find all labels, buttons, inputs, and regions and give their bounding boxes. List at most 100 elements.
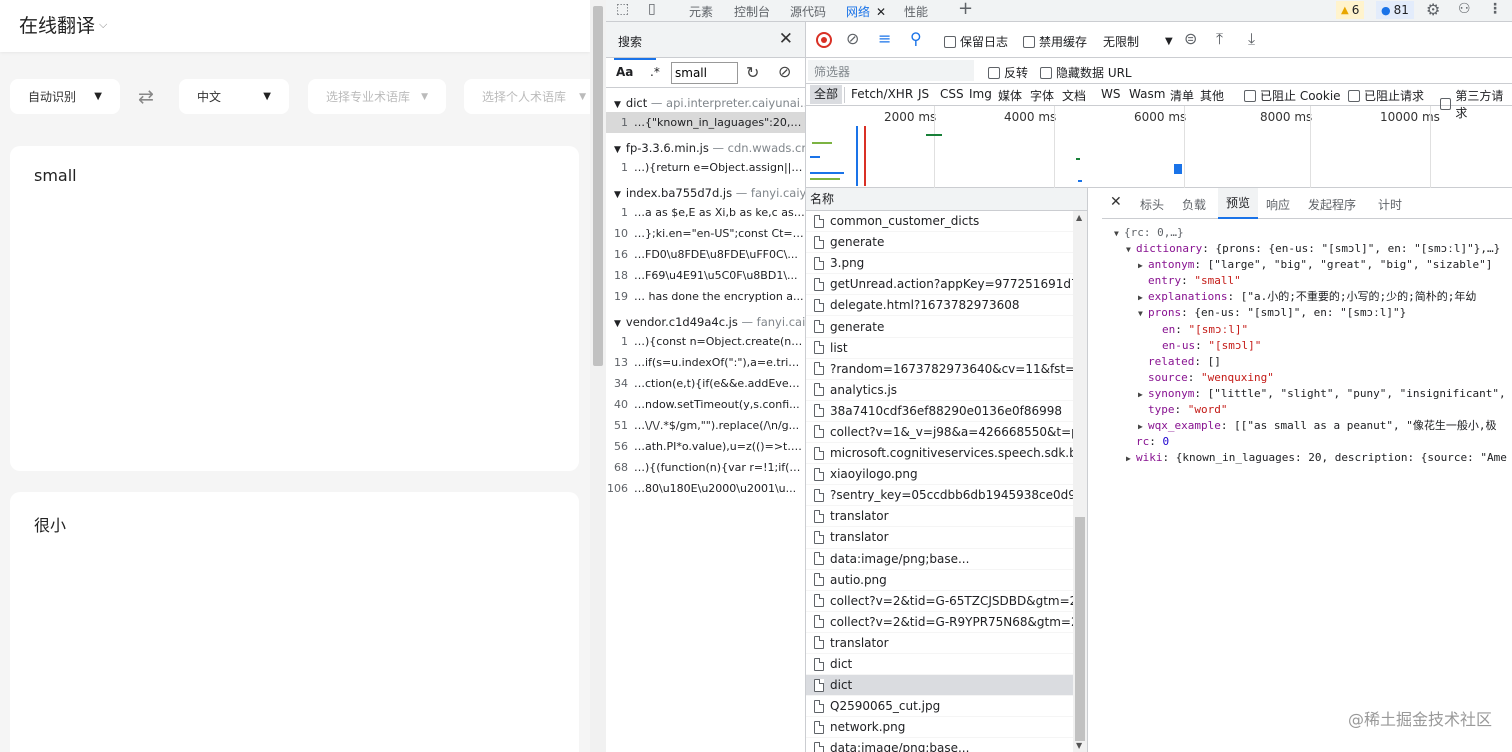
json-synonym-line[interactable]: ▶ synonym: ["little", "slight", "puny", "… xyxy=(1102,386,1512,402)
request-row[interactable]: generate xyxy=(806,316,1086,338)
request-row[interactable]: list xyxy=(806,338,1086,359)
request-row[interactable]: ?sentry_key=05ccdbb6db1945938ce0d98602a2… xyxy=(806,485,1086,507)
request-row[interactable]: Q2590065_cut.jpg xyxy=(806,696,1086,718)
search-result-line[interactable]: 106 …80\u180E\u2000\u2001\u... xyxy=(606,478,805,499)
search-result-line[interactable]: 18 …F69\u4E91\u5C0F\u8BD1\... xyxy=(606,265,805,286)
request-row[interactable]: xiaoyilogo.png xyxy=(806,464,1086,486)
invert-checkbox[interactable]: 反转 xyxy=(988,64,1028,81)
target-language-select[interactable]: 中文 ▼ xyxy=(179,79,289,114)
request-row[interactable]: getUnread.action?appKey=977251691d74d79b… xyxy=(806,274,1086,296)
request-row[interactable]: translator xyxy=(806,527,1086,549)
request-row[interactable]: analytics.js xyxy=(806,380,1086,401)
tab-performance[interactable]: 性能 xyxy=(904,3,928,20)
request-row[interactable]: translator xyxy=(806,506,1086,528)
filter-type-9[interactable]: Wasm xyxy=(1129,87,1165,101)
filter-type-7[interactable]: 文档 xyxy=(1062,87,1086,104)
scroll-up-icon[interactable]: ▲ xyxy=(1076,213,1082,222)
search-result-line[interactable]: 1 …{"known_in_laguages":20,"d... xyxy=(606,112,805,133)
swap-languages-icon[interactable]: ⇄ xyxy=(138,86,154,108)
device-toolbar-icon[interactable]: ▯ xyxy=(648,1,656,17)
request-row[interactable]: data:image/png;base... xyxy=(806,738,1086,752)
request-list-scrollbar[interactable]: ▲ ▼ xyxy=(1073,211,1087,752)
request-row[interactable]: common_customer_dicts xyxy=(806,211,1086,233)
search-tab[interactable]: 搜索 xyxy=(613,33,657,60)
request-row[interactable]: delegate.html?1673782973608 xyxy=(806,295,1086,317)
json-antonym-line[interactable]: ▶ antonym: ["large", "big", "great", "big… xyxy=(1102,257,1512,273)
clear-search-icon[interactable]: ⊘ xyxy=(778,62,791,81)
search-result-file[interactable]: ▼ index.ba755d7d.js — fanyi.caiy... xyxy=(606,184,805,202)
warnings-badge[interactable]: ▲ 6 xyxy=(1336,1,1365,19)
close-tab-icon[interactable]: ✕ xyxy=(876,5,886,19)
search-result-file[interactable]: ▼ fp-3.3.6.min.js — cdn.wwads.cn... xyxy=(606,139,805,157)
tab-elements[interactable]: 元素 xyxy=(689,3,713,20)
network-conditions-icon[interactable]: ⊜ xyxy=(1184,29,1197,48)
gear-icon[interactable]: ⚙ xyxy=(1426,0,1440,19)
details-tab-1[interactable]: 负载 xyxy=(1182,196,1206,213)
request-row[interactable]: data:image/png;base... xyxy=(806,549,1086,570)
filter-type-2[interactable]: JS xyxy=(918,87,929,101)
import-har-icon[interactable]: ⤒ xyxy=(1216,29,1223,49)
request-row[interactable]: network.png xyxy=(806,717,1086,739)
json-wqx-example-line[interactable]: ▶ wqx_example: [["as small as a peanut", … xyxy=(1102,418,1512,434)
export-har-icon[interactable]: ⤓ xyxy=(1248,29,1255,49)
tab-sources[interactable]: 源代码 xyxy=(790,3,826,20)
network-timeline[interactable]: 2000 ms 4000 ms 6000 ms 8000 ms 10000 ms xyxy=(806,106,1512,188)
more-options-icon[interactable]: ⋮ xyxy=(1488,1,1502,17)
search-result-line[interactable]: 51 …\/\/.*$/gm,"").replace(/\n/g... xyxy=(606,415,805,436)
request-row[interactable]: dict xyxy=(806,675,1086,697)
close-details-icon[interactable]: ✕ xyxy=(1110,194,1122,210)
details-tab-3[interactable]: 响应 xyxy=(1266,196,1290,213)
search-result-line[interactable]: 1 …){const n=Object.create(null... xyxy=(606,331,805,352)
request-row[interactable]: dict xyxy=(806,654,1086,676)
search-result-line[interactable]: 56 …ath.PI*o.value),u=z(()=>t.ty... xyxy=(606,436,805,457)
filter-type-10[interactable]: 清单 xyxy=(1170,87,1194,104)
details-tab-2[interactable]: 预览 xyxy=(1218,188,1259,219)
filter-icon[interactable]: ≡ xyxy=(878,29,891,48)
user-settings-icon[interactable]: ⚇ xyxy=(1458,1,1471,17)
json-wiki-line[interactable]: ▶ wiki: {known_in_laguages: 20, descripti… xyxy=(1102,450,1512,466)
blocked-requests-checkbox[interactable]: 已阻止请求 xyxy=(1348,87,1424,104)
refresh-icon[interactable]: ↻ xyxy=(746,63,759,82)
pro-glossary-select[interactable]: 选择专业术语库 ▼ xyxy=(308,79,446,114)
search-result-line[interactable]: 1 …a as $e,E as Xi,b as ke,c as Zi... xyxy=(606,202,805,223)
disable-cache-checkbox[interactable]: 禁用缓存 xyxy=(1023,33,1087,50)
personal-glossary-select[interactable]: 选择个人术语库 ▼ xyxy=(464,79,590,114)
inspect-element-icon[interactable]: ⬚ xyxy=(616,1,629,17)
json-dictionary-line[interactable]: ▼ dictionary: {prons: {en-us: "[smɔl]", e… xyxy=(1102,241,1512,257)
tab-console[interactable]: 控制台 xyxy=(734,3,770,20)
source-language-select[interactable]: 自动识别 ▼ xyxy=(10,79,120,114)
blocked-cookies-checkbox[interactable]: 已阻止 Cookie xyxy=(1244,87,1341,104)
details-tab-0[interactable]: 标头 xyxy=(1140,196,1164,213)
filter-type-3[interactable]: CSS xyxy=(940,87,964,101)
request-row[interactable]: collect?v=1&_v=j98&a=426668550&t=pagevie… xyxy=(806,422,1086,444)
filter-type-1[interactable]: Fetch/XHR xyxy=(851,87,913,101)
source-text-area[interactable]: small xyxy=(10,146,579,471)
request-row[interactable]: autio.png xyxy=(806,570,1086,591)
request-row[interactable]: 3.png xyxy=(806,253,1086,275)
scroll-down-icon[interactable]: ▼ xyxy=(1076,741,1082,750)
search-input[interactable] xyxy=(671,62,738,84)
filter-type-4[interactable]: Img xyxy=(969,87,992,101)
request-row[interactable]: 38a7410cdf36ef88290e0136e0f86998 xyxy=(806,401,1086,422)
details-tab-5[interactable]: 计时 xyxy=(1378,196,1402,213)
filter-type-0[interactable]: 全部 xyxy=(810,85,843,104)
search-result-line[interactable]: 68 …){(function(n){var r=!1;if(e.e... xyxy=(606,457,805,478)
close-icon[interactable]: ✕ xyxy=(779,29,793,49)
filter-type-11[interactable]: 其他 xyxy=(1200,87,1224,104)
json-root-line[interactable]: ▼ {rc: 0,…} xyxy=(1102,225,1512,241)
hide-data-urls-checkbox[interactable]: 隐藏数据 URL xyxy=(1040,64,1132,81)
name-column-header[interactable]: 名称 xyxy=(806,188,1087,211)
search-result-line[interactable]: 10 …};ki.en="en-US";const Ct=e... xyxy=(606,223,805,244)
search-result-line[interactable]: 19 … has done the encryption a... xyxy=(606,286,805,307)
record-icon[interactable] xyxy=(816,32,832,48)
tab-network[interactable]: 网络 ✕ xyxy=(843,3,903,26)
request-row[interactable]: microsoft.cognitiveservices.speech.sdk.b… xyxy=(806,443,1086,465)
add-tab-icon[interactable]: + xyxy=(958,0,973,19)
search-result-file[interactable]: ▼ vendor.c1d49a4c.js — fanyi.cai... xyxy=(606,313,805,331)
request-row[interactable]: ?random=1673782973640&cv=11&fst=1673782 xyxy=(806,359,1086,380)
messages-badge[interactable]: ● 81 xyxy=(1376,1,1414,19)
scrollbar-thumb[interactable] xyxy=(1075,517,1085,741)
preserve-log-checkbox[interactable]: 保留日志 xyxy=(944,33,1008,50)
search-result-line[interactable]: 16 …FD0\u8FDE\u8FDE\uFF0C\... xyxy=(606,244,805,265)
page-scrollbar[interactable] xyxy=(590,0,606,752)
